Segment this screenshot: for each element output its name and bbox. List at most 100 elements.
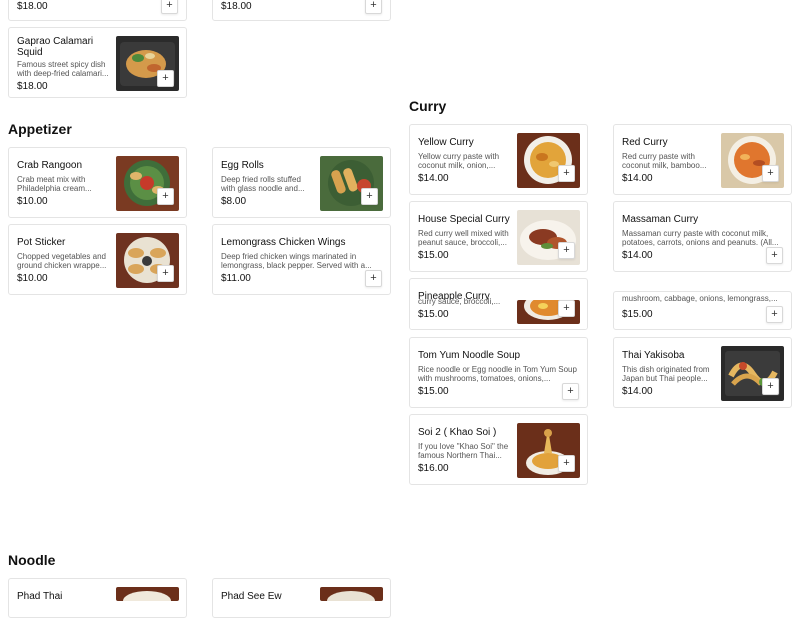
plus-icon: + (563, 302, 570, 314)
plus-icon: + (370, 272, 377, 284)
menu-item-card[interactable]: Lemongrass Chicken Wings Deep fried chic… (212, 224, 391, 295)
item-description: Chopped vegetables and ground chicken wr… (17, 252, 107, 270)
menu-item-card[interactable]: Pineapple Curry curry sauce, broccoli,..… (409, 278, 588, 330)
item-description: Deep fried chicken wings marinated in le… (221, 252, 372, 270)
item-name: Phad Thai (17, 591, 63, 602)
item-name: Tom Yum Noodle Soup (418, 350, 521, 361)
menu-item-card[interactable]: $18.00 + (8, 0, 187, 21)
add-to-cart-button[interactable]: + (558, 165, 575, 182)
add-to-cart-button[interactable]: + (157, 70, 174, 87)
plus-icon: + (366, 190, 373, 202)
item-description: Crab meat mix with Philadelphia cream... (17, 175, 92, 193)
item-price: $16.00 (418, 463, 449, 474)
menu-item-card[interactable]: Phad See Ew (212, 578, 391, 618)
section-title-curry: Curry (409, 98, 447, 114)
add-to-cart-button[interactable]: + (762, 165, 779, 182)
plus-icon: + (563, 457, 570, 469)
item-price: $18.00 (17, 81, 48, 92)
item-name: Soi 2 ( Khao Soi ) (418, 427, 497, 438)
add-to-cart-button[interactable]: + (365, 0, 382, 14)
item-price: $10.00 (17, 196, 48, 207)
item-description: Rice noodle or Egg noodle in Tom Yum Sou… (418, 365, 577, 383)
item-name: Egg Rolls (221, 160, 264, 171)
menu-item-card[interactable]: Tom Yum Noodle Soup Rice noodle or Egg n… (409, 337, 588, 408)
food-photo (320, 587, 383, 601)
plus-icon: + (370, 0, 377, 11)
item-description: If you love "Khao Soi" the famous Northe… (418, 442, 509, 460)
plus-icon: + (771, 249, 778, 261)
add-to-cart-button[interactable]: + (766, 247, 783, 264)
menu-item-card[interactable]: Thai Yakisoba This dish originated from … (613, 337, 792, 408)
plus-icon: + (567, 385, 574, 397)
item-name: Thai Yakisoba (622, 350, 685, 361)
item-name: Pot Sticker (17, 237, 66, 248)
menu-item-card[interactable]: Egg Rolls Deep fried rolls stuffed with … (212, 147, 391, 218)
menu-item-card[interactable]: $18.00 + (212, 0, 391, 21)
item-price: $15.00 (622, 309, 653, 320)
item-name: Phad See Ew (221, 591, 282, 602)
add-to-cart-button[interactable]: + (558, 242, 575, 259)
item-name: Massaman Curry (622, 214, 699, 225)
add-to-cart-button[interactable]: + (361, 188, 378, 205)
item-price: $14.00 (622, 173, 653, 184)
plus-icon: + (162, 190, 169, 202)
plus-icon: + (162, 72, 169, 84)
add-to-cart-button[interactable]: + (157, 188, 174, 205)
item-price: $15.00 (418, 250, 449, 261)
item-description: This dish originated from Japan but Thai… (622, 365, 710, 383)
add-to-cart-button[interactable]: + (762, 378, 779, 395)
item-price: $10.00 (17, 273, 48, 284)
menu-item-card[interactable]: Phad Thai (8, 578, 187, 618)
item-price: $18.00 (221, 1, 252, 12)
food-photo (116, 587, 179, 601)
menu-item-card[interactable]: Red Curry Red curry paste with coconut m… (613, 124, 792, 195)
item-price: $18.00 (17, 1, 48, 12)
add-to-cart-button[interactable]: + (766, 306, 783, 323)
plus-icon: + (767, 167, 774, 179)
card-body: curry sauce, broccoli,... $15.00 + (410, 297, 587, 329)
item-description: Red curry well mixed with peanut sauce, … (418, 229, 509, 247)
menu-item-card[interactable]: House Special Curry Red curry well mixed… (409, 201, 588, 272)
item-price: $14.00 (622, 250, 653, 261)
item-name: Yellow Curry (418, 137, 474, 148)
menu-item-card[interactable]: Gaprao Calamari Squid Famous street spic… (8, 27, 187, 98)
add-to-cart-button[interactable]: + (365, 270, 382, 287)
add-to-cart-button[interactable]: + (558, 300, 575, 317)
menu-item-card[interactable]: Pot Sticker Chopped vegetables and groun… (8, 224, 187, 295)
item-name: Red Curry (622, 137, 668, 148)
plus-icon: + (563, 244, 570, 256)
menu-item-card[interactable]: Massaman Curry Massaman curry paste with… (613, 201, 792, 272)
plus-icon: + (162, 267, 169, 279)
item-name: Crab Rangoon (17, 160, 83, 171)
item-description: Massaman curry paste with coconut milk, … (622, 229, 779, 247)
item-price: $15.00 (418, 386, 449, 397)
item-price: $14.00 (418, 173, 449, 184)
item-name: Gaprao Calamari Squid (17, 36, 94, 58)
menu-item-card[interactable]: Crab Rangoon Crab meat mix with Philadel… (8, 147, 187, 218)
plus-icon: + (767, 380, 774, 392)
item-description: Red curry paste with coconut milk, bambo… (622, 152, 707, 170)
plus-icon: + (771, 308, 778, 320)
plus-icon: + (563, 167, 570, 179)
add-to-cart-button[interactable]: + (562, 383, 579, 400)
section-title-noodle: Noodle (8, 552, 56, 568)
menu-item-card[interactable]: Yellow Curry Yellow curry paste with coc… (409, 124, 588, 195)
item-price: $14.00 (622, 386, 653, 397)
item-description: Yellow curry paste with coconut milk, on… (418, 152, 500, 170)
item-description: Deep fried rolls stuffed with glass nood… (221, 175, 305, 193)
item-description: mushroom, cabbage, onions, lemongrass,..… (622, 294, 778, 303)
item-name: House Special Curry (418, 214, 510, 225)
menu-item-card[interactable]: Soi 2 ( Khao Soi ) If you love "Khao Soi… (409, 414, 588, 485)
item-description: curry sauce, broccoli,... (418, 297, 501, 306)
add-to-cart-button[interactable]: + (161, 0, 178, 14)
item-price: $11.00 (221, 273, 251, 284)
menu-item-card[interactable]: mushroom, cabbage, onions, lemongrass,..… (613, 291, 792, 330)
item-description: Famous street spicy dish with deep-fried… (17, 60, 109, 78)
add-to-cart-button[interactable]: + (157, 265, 174, 282)
add-to-cart-button[interactable]: + (558, 455, 575, 472)
section-title-appetizer: Appetizer (8, 121, 72, 137)
item-name: Lemongrass Chicken Wings (221, 237, 346, 248)
item-price: $8.00 (221, 196, 247, 207)
item-price: $15.00 (418, 309, 449, 320)
plus-icon: + (166, 0, 173, 11)
